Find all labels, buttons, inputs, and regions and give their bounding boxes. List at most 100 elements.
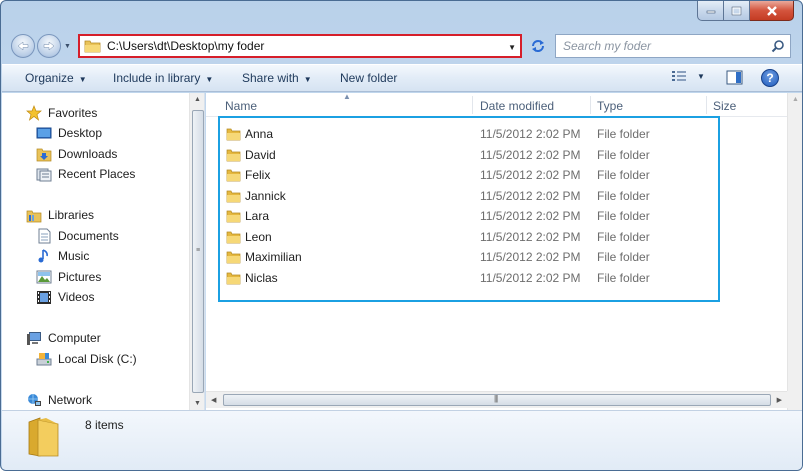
column-divider[interactable] <box>472 96 473 114</box>
nav-computer[interactable]: Computer <box>26 328 101 348</box>
nav-computer-label: Computer <box>48 331 101 345</box>
music-icon <box>36 248 52 264</box>
nav-downloads[interactable]: Downloads <box>36 144 117 164</box>
grip-icon: ≡ <box>196 247 200 254</box>
nav-local-disk-label: Local Disk (C:) <box>58 352 137 366</box>
file-list-horizontal-scrollbar[interactable]: ◀ ||| ▶ <box>206 391 787 408</box>
nav-pane-scroll-thumb[interactable]: ≡ <box>192 110 204 393</box>
maximize-button[interactable] <box>724 1 750 21</box>
nav-documents-label: Documents <box>58 229 119 243</box>
address-bar[interactable]: C:\Users\dt\Desktop\my foder ▼ <box>78 34 522 58</box>
nav-music-label: Music <box>58 249 90 263</box>
nav-videos-label: Videos <box>58 290 95 304</box>
preview-pane-button[interactable] <box>726 70 743 88</box>
star-icon <box>26 105 42 121</box>
include-in-library-menu[interactable]: Include in library ▼ <box>113 71 213 85</box>
pictures-icon <box>36 269 52 285</box>
explorer-window: ▼ C:\Users\dt\Desktop\my foder ▼ Search … <box>0 0 803 471</box>
scroll-up-icon[interactable]: ▲ <box>194 96 201 103</box>
column-header-type[interactable]: Type <box>597 99 623 113</box>
horizontal-scroll-thumb[interactable]: ||| <box>223 394 771 406</box>
chevron-down-icon: ▼ <box>78 75 87 84</box>
scroll-up-icon[interactable]: ▲ <box>792 96 799 103</box>
back-button[interactable] <box>11 34 35 58</box>
documents-icon <box>36 228 52 244</box>
new-folder-label: New folder <box>340 71 398 85</box>
help-icon: ? <box>766 71 774 85</box>
recent-locations-arrow-icon[interactable]: ▼ <box>64 43 71 50</box>
scrollbar-corner <box>787 391 802 408</box>
scroll-down-icon[interactable]: ▼ <box>194 400 201 407</box>
item-count: 8 items <box>85 418 124 432</box>
details-pane: 8 items <box>2 410 802 470</box>
nav-music[interactable]: Music <box>36 246 89 266</box>
change-view-button[interactable]: ▼ <box>671 70 705 82</box>
help-button[interactable]: ? <box>761 69 779 87</box>
nav-local-disk[interactable]: Local Disk (C:) <box>36 349 137 369</box>
new-folder-button[interactable]: New folder <box>340 71 397 85</box>
nav-desktop-label: Desktop <box>58 126 103 140</box>
search-input[interactable]: Search my foder <box>563 39 651 53</box>
recent-places-icon <box>36 166 52 182</box>
search-icon[interactable] <box>771 39 785 53</box>
downloads-folder-icon <box>36 146 52 162</box>
maximize-icon <box>731 6 742 15</box>
files-highlight-box <box>218 116 720 302</box>
grip-icon: ||| <box>494 394 498 403</box>
arrow-left-icon <box>17 41 29 51</box>
organize-label: Organize <box>25 71 74 85</box>
nav-documents[interactable]: Documents <box>36 226 119 246</box>
close-icon <box>766 5 777 16</box>
nav-recent-places-label: Recent Places <box>58 167 136 181</box>
chevron-down-icon: ▼ <box>303 75 312 84</box>
nav-pictures[interactable]: Pictures <box>36 267 101 287</box>
nav-pictures-label: Pictures <box>58 270 102 284</box>
folder-icon <box>84 40 101 53</box>
scroll-right-icon[interactable]: ▶ <box>777 396 782 404</box>
preview-pane-icon <box>726 70 743 85</box>
nav-libraries-label: Libraries <box>48 208 95 222</box>
arrow-right-icon <box>43 41 55 51</box>
nav-videos[interactable]: Videos <box>36 287 94 307</box>
column-headers: ▲ Name Date modified Type Size <box>206 93 787 117</box>
file-list-vertical-scrollbar[interactable]: ▲ ▼ <box>787 93 802 410</box>
network-icon <box>26 392 42 408</box>
column-header-size[interactable]: Size <box>713 99 736 113</box>
organize-menu[interactable]: Organize ▼ <box>25 71 87 85</box>
nav-libraries[interactable]: Libraries <box>26 205 94 225</box>
caption-buttons <box>697 1 794 21</box>
column-divider[interactable] <box>590 96 591 114</box>
nav-network[interactable]: Network <box>26 390 92 410</box>
forward-button[interactable] <box>37 34 61 58</box>
nav-network-label: Network <box>48 393 93 407</box>
minimize-button[interactable] <box>697 1 724 21</box>
command-bar: Organize ▼ Include in library ▼ Share with… <box>2 64 802 92</box>
nav-recent-places[interactable]: Recent Places <box>36 164 135 184</box>
column-header-date-modified[interactable]: Date modified <box>480 99 554 113</box>
desktop-icon <box>36 125 52 141</box>
search-box[interactable]: Search my foder <box>555 34 791 58</box>
share-with-menu[interactable]: Share with ▼ <box>242 71 312 85</box>
nav-desktop[interactable]: Desktop <box>36 123 102 143</box>
chevron-down-icon[interactable]: ▼ <box>697 72 705 81</box>
local-disk-icon <box>36 351 52 367</box>
nav-favorites[interactable]: Favorites <box>26 103 97 123</box>
libraries-icon <box>26 207 42 223</box>
column-header-name[interactable]: Name <box>225 99 257 113</box>
column-divider[interactable] <box>706 96 707 114</box>
address-path[interactable]: C:\Users\dt\Desktop\my foder <box>107 39 264 53</box>
close-button[interactable] <box>750 1 794 21</box>
sort-ascending-icon: ▲ <box>343 93 351 101</box>
minimize-icon <box>706 10 715 13</box>
large-folder-icon <box>28 417 59 457</box>
computer-icon <box>26 330 42 346</box>
navigation-bar: ▼ C:\Users\dt\Desktop\my foder ▼ Search … <box>1 29 802 63</box>
share-with-label: Share with <box>242 71 299 85</box>
scroll-left-icon[interactable]: ◀ <box>211 396 216 404</box>
details-view-icon <box>672 71 686 81</box>
chevron-down-icon: ▼ <box>205 75 214 84</box>
nav-pane-scrollbar[interactable]: ▲ ≡ ▼ <box>189 93 204 410</box>
address-dropdown-icon[interactable]: ▼ <box>508 43 516 52</box>
nav-downloads-label: Downloads <box>58 147 118 161</box>
refresh-button[interactable] <box>526 36 550 56</box>
